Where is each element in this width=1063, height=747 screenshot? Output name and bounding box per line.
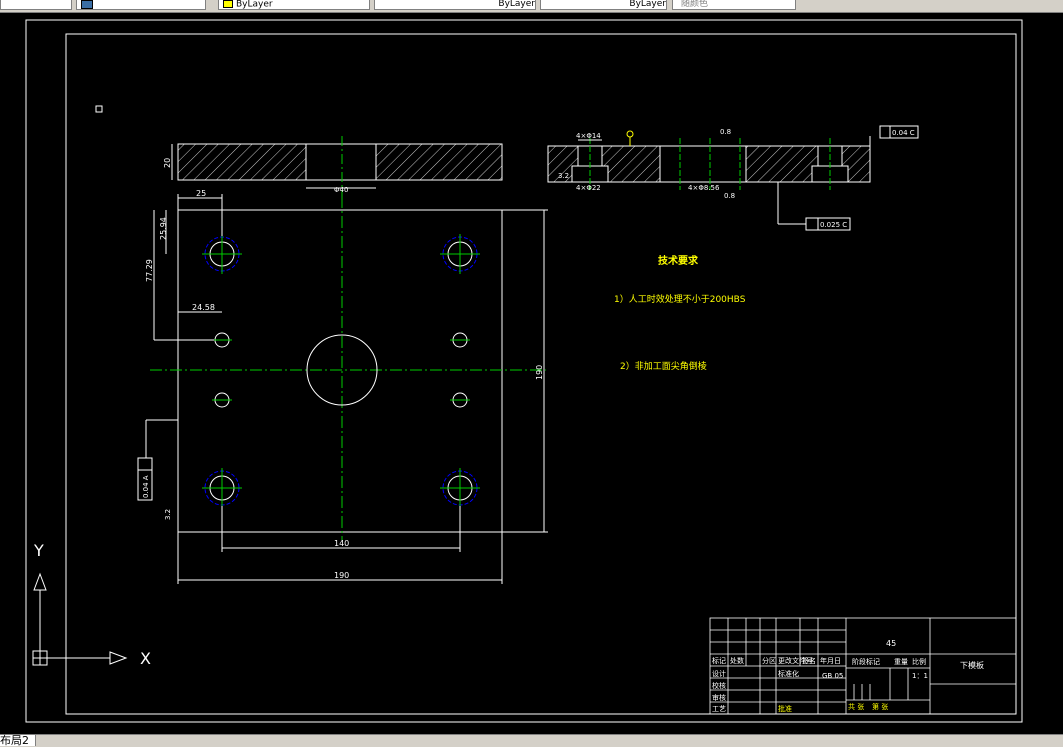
gdt-parallel: 0.025 C (820, 221, 847, 229)
tb-r-standard: 标准化 (778, 669, 799, 678)
tb-std: GB 05 (822, 672, 843, 680)
tb-r-review: 审核 (712, 693, 726, 702)
tb-r-approve: 批准 (778, 704, 792, 713)
tech-req-2: 2）非加工面尖角倒棱 (620, 360, 707, 372)
right-section-view: 4×Φ14 4×Φ22 4×Φ8.56 3.2 0.8 0.8 0.04 C 0… (547, 125, 919, 231)
tb-r-sheets: 共 张 (848, 702, 864, 711)
grip-point[interactable] (95, 105, 103, 113)
top-section-view: 20 Φ40 (163, 136, 503, 196)
linetype-value: ByLayer (498, 0, 535, 9)
color-control-dropdown[interactable] (76, 0, 206, 10)
lineweight-dropdown[interactable]: ByLayer (540, 0, 667, 10)
dim-top-bore: Φ40 (334, 186, 348, 194)
ucs-y-label: Y (33, 541, 44, 560)
dropdown-left[interactable] (0, 0, 72, 10)
revision-grid (710, 618, 846, 714)
tb-r-process: 工艺 (712, 705, 726, 713)
dim-top-thickness: 20 (163, 158, 172, 168)
sec-roughness-3: 0.8 (724, 192, 735, 200)
tb-r-sheet: 第 张 (872, 702, 888, 711)
gdt-left: 0.04 A (142, 475, 150, 498)
tb-scale-value: 1：1 (912, 672, 928, 680)
dim-3-2: 3.2 (164, 509, 172, 520)
sec-roughness-2: 0.8 (720, 128, 731, 136)
tb-r-check: 校核 (712, 681, 726, 690)
tb-stage-label: 阶段标记 (852, 657, 880, 666)
ucs-x-label: X (140, 649, 151, 668)
dim-77-29: 77.29 (145, 259, 154, 282)
sec-holes-bottom: 4×Φ22 (576, 184, 601, 192)
tb-r-sign: 签名 (802, 656, 816, 665)
linetype-dropdown[interactable]: ByLayer (374, 0, 536, 10)
dim-24-58: 24.58 (192, 303, 215, 312)
tb-weight-label: 重量 (894, 658, 908, 666)
yellow-swatch-icon (223, 0, 233, 8)
tb-r-mark: 标记 (712, 656, 726, 665)
sec-roughness-1: 3.2 (558, 172, 569, 180)
lineweight-value: ByLayer (629, 0, 666, 9)
tb-r-date: 年月日 (820, 656, 841, 665)
gdt-top-right: 0.04 C (892, 129, 915, 137)
tech-req-title: 技术要求 (658, 254, 699, 267)
plotstyle-value: 随颜色 (681, 0, 709, 9)
dim-190-v: 190 (535, 365, 544, 380)
tb-scale-label: 比例 (912, 657, 926, 666)
layer-value: ByLayer (236, 0, 273, 10)
plan-view: 25 25.94 77.29 24.58 140 190 190 0.04 A … (137, 189, 548, 584)
tb-r-count: 处数 (730, 656, 744, 665)
technical-requirements: 技术要求 1）人工时效处理不小于200HBS 2）非加工面尖角倒棱 (614, 254, 746, 372)
dim-25-94: 25.94 (159, 217, 168, 240)
datum-symbol-icon (626, 130, 634, 138)
drawing-canvas[interactable]: 20 Φ40 4×Φ14 4×Φ22 4×Φ8.56 3.2 0.8 0.8 0… (0, 12, 1063, 734)
color-icon (81, 0, 93, 9)
layout-tab-label: 布局2 (0, 734, 29, 747)
tb-material: 45 (886, 639, 896, 648)
dim-190: 190 (334, 571, 349, 580)
tech-req-1: 1）人工时效处理不小于200HBS (614, 293, 746, 305)
tb-r-design: 设计 (712, 669, 726, 678)
dim-25: 25 (196, 189, 206, 198)
corner-holes (202, 234, 480, 508)
tab-layout2[interactable]: 布局2 (0, 734, 36, 747)
tb-part-name: 下模板 (960, 660, 984, 670)
sec-holes-top: 4×Φ14 (576, 132, 601, 140)
dim-140: 140 (334, 539, 349, 548)
layout-tab-bar: 布局2 (0, 734, 1063, 747)
layer-dropdown[interactable]: ByLayer (218, 0, 370, 10)
ucs-icon: Y X (32, 541, 151, 668)
plotstyle-dropdown[interactable]: 随颜色 (672, 0, 796, 10)
tb-r-zone: 分区 (762, 656, 776, 665)
sec-holes-mid: 4×Φ8.56 (688, 184, 720, 192)
sheet-border (25, 19, 1023, 723)
